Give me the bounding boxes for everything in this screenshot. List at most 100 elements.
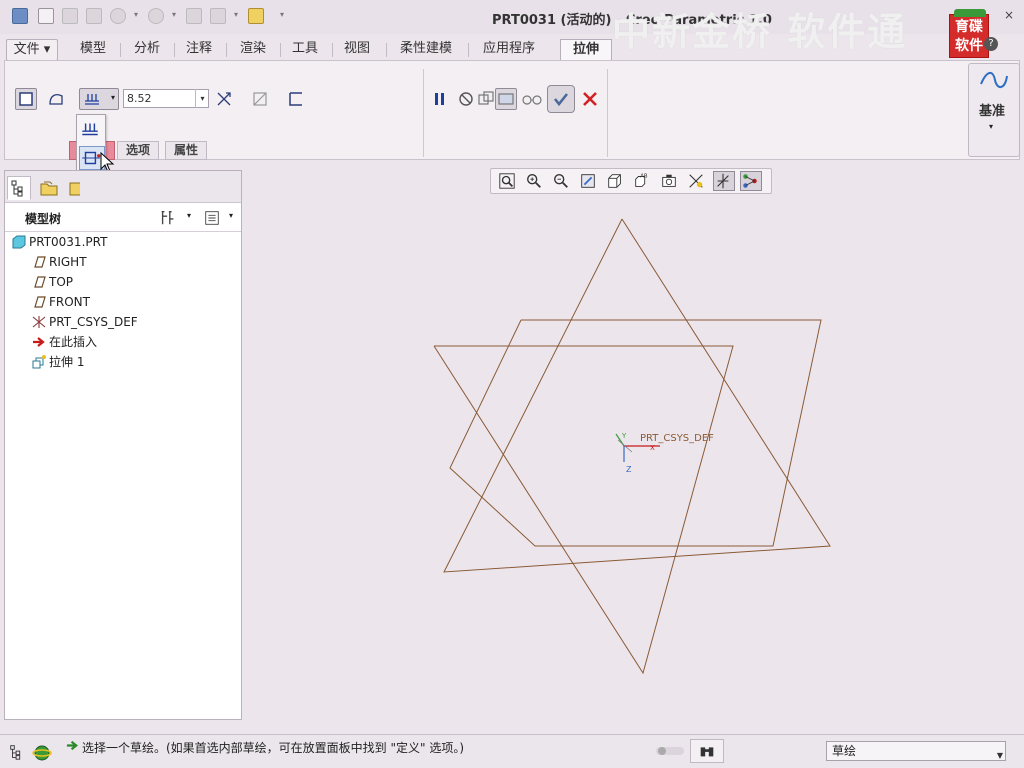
cancel-button[interactable] <box>579 88 601 110</box>
tab-properties[interactable]: 属性 <box>165 141 208 160</box>
datum-button[interactable]: 基准 ▾ <box>968 63 1020 157</box>
tab-folder-browser[interactable] <box>37 176 61 200</box>
redo-icon[interactable] <box>148 8 164 24</box>
separate-preview-icon <box>478 91 494 105</box>
folder-icon <box>40 181 58 196</box>
show-columns-icon[interactable] <box>203 209 221 227</box>
annotation-display-button[interactable] <box>740 171 762 191</box>
tree-item-top[interactable]: TOP <box>31 273 73 291</box>
undo-dropdown-icon[interactable]: ▾ <box>134 10 140 20</box>
csys-icon <box>32 316 46 328</box>
tab-annotate[interactable]: 注释 <box>176 39 222 61</box>
attached-preview-button[interactable] <box>495 88 517 110</box>
symmetric-depth-icon <box>82 151 101 165</box>
windows-dropdown-icon[interactable]: ▾ <box>234 10 240 20</box>
undo-icon[interactable] <box>110 8 126 24</box>
pause-button[interactable] <box>429 88 451 110</box>
repaint-button[interactable] <box>578 171 600 191</box>
show-chevron-down-icon[interactable]: ▾ <box>229 211 233 220</box>
close-icon[interactable]: × <box>1002 8 1016 22</box>
depth-value-chevron-down-icon[interactable]: ▾ <box>195 89 209 108</box>
view-manager-button[interactable] <box>659 171 681 191</box>
attached-preview-icon <box>498 93 514 105</box>
windows-icon[interactable] <box>210 8 226 24</box>
selection-filter-select[interactable]: 草绘 ▼ <box>826 741 1006 761</box>
display-style-button[interactable] <box>605 171 627 191</box>
zoom-out-button[interactable] <box>551 171 573 191</box>
datum-label: 基准 <box>979 104 1006 119</box>
thicken-sketch-button[interactable] <box>285 88 307 110</box>
camera-icon <box>662 174 676 187</box>
tab-favorites[interactable] <box>65 176 81 200</box>
verify-mode-button[interactable] <box>519 88 545 110</box>
tab-flexible-modeling[interactable]: 柔性建模 <box>390 39 462 61</box>
open-file-icon[interactable] <box>62 8 78 24</box>
saved-orientations-button[interactable]: AB <box>632 171 654 191</box>
tree-item-part[interactable]: PRT0031.PRT <box>11 233 107 251</box>
annotation-display-icon <box>743 174 757 188</box>
tree-item-csys[interactable]: PRT_CSYS_DEF <box>31 313 138 331</box>
separate-preview-button[interactable] <box>475 88 497 110</box>
refit-button[interactable] <box>497 171 519 191</box>
part-icon <box>12 235 26 249</box>
navigator-tabs <box>5 171 241 203</box>
regenerate-icon[interactable] <box>186 8 202 24</box>
glasses-icon <box>522 95 542 105</box>
tree-item-front[interactable]: FRONT <box>31 293 90 311</box>
tree-item-label: 在此插入 <box>49 335 98 349</box>
customize-qat-icon[interactable]: ▾ <box>280 10 286 20</box>
saved-orientations-icon: AB <box>635 173 648 187</box>
zoom-in-icon <box>527 174 541 188</box>
tab-options[interactable]: 选项 <box>117 141 160 160</box>
graphics-window[interactable]: Z X Y PRT_CSYS_DEF <box>248 200 1024 725</box>
tree-settings-icon[interactable] <box>159 209 177 227</box>
datum-display-filters-button[interactable] <box>686 171 708 191</box>
find-button[interactable] <box>690 739 724 763</box>
depth-type-dropdown[interactable]: ▾ <box>79 88 119 110</box>
favorites-icon <box>69 182 80 196</box>
tree-item-right[interactable]: RIGHT <box>31 253 87 271</box>
binoculars-icon <box>700 747 714 757</box>
app-icon <box>12 8 28 24</box>
remove-material-button[interactable] <box>249 88 271 110</box>
solid-button[interactable] <box>15 88 37 110</box>
sketch-triangle-down <box>433 345 734 675</box>
blind-depth-icon <box>82 123 98 136</box>
graphics-toolbar: AB <box>490 168 772 194</box>
selection-toggle[interactable] <box>656 747 684 755</box>
tab-view[interactable]: 视图 <box>334 39 380 61</box>
save-icon[interactable] <box>86 8 102 24</box>
no-preview-icon <box>459 92 473 106</box>
tab-analysis[interactable]: 分析 <box>124 39 170 61</box>
tree-item-insert-here[interactable]: 在此插入 <box>31 333 97 351</box>
depth-option-blind[interactable] <box>79 118 105 142</box>
sketch-hexagon <box>449 319 822 547</box>
tree-item-extrude-1[interactable]: 拉伸 1 <box>31 353 84 371</box>
tab-tools[interactable]: 工具 <box>282 39 328 61</box>
tab-render[interactable]: 渲染 <box>230 39 276 61</box>
filter-chevron-down-icon: ▼ <box>996 751 1003 760</box>
zoom-in-button[interactable] <box>524 171 546 191</box>
tab-extrude[interactable]: 拉伸 <box>560 39 612 61</box>
show-browser-icon[interactable] <box>32 743 52 763</box>
show-navigator-icon[interactable] <box>8 743 28 763</box>
close-window-icon[interactable] <box>248 8 264 24</box>
model-tree-icon <box>11 180 23 197</box>
svg-text:Y: Y <box>621 432 627 440</box>
flip-direction-button[interactable] <box>213 88 235 110</box>
tab-model[interactable]: 模型 <box>70 39 116 61</box>
no-preview-button[interactable] <box>455 88 477 110</box>
tab-applications[interactable]: 应用程序 <box>472 39 546 61</box>
surface-button[interactable] <box>45 88 67 110</box>
tree-settings-chevron-down-icon[interactable]: ▾ <box>187 211 191 220</box>
csys-label: PRT_CSYS_DEF <box>640 433 714 444</box>
tab-file[interactable]: 文件 ▾ <box>6 39 58 61</box>
redo-dropdown-icon[interactable]: ▾ <box>172 10 178 20</box>
ok-button[interactable] <box>547 85 575 113</box>
repaint-icon <box>581 174 595 188</box>
new-file-icon[interactable] <box>38 8 54 24</box>
thicken-sketch-icon <box>289 92 302 106</box>
tab-model-tree[interactable] <box>7 176 31 200</box>
navigator-panel: 模型树 ▾ ▾ PRT0031.PRT RIGHT TOP FRONT PRT_… <box>4 170 242 720</box>
csys-display-button[interactable] <box>713 171 735 191</box>
